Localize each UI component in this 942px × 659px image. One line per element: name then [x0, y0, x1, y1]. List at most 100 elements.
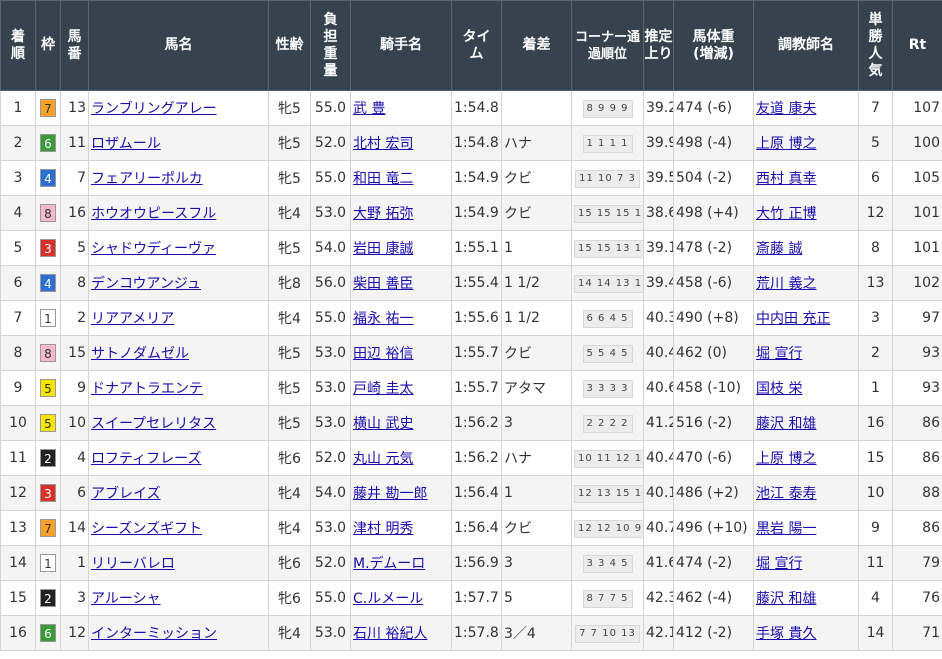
margin-cell: ハナ: [501, 440, 572, 476]
jockey-link[interactable]: 北村 宏司: [353, 136, 413, 152]
rt-cell: 86: [892, 510, 942, 546]
horse-link[interactable]: インターミッション: [91, 626, 217, 642]
horse-link[interactable]: アルーシャ: [91, 591, 161, 607]
time-cell: 1:54.8: [451, 125, 502, 161]
waku-cell: 3: [35, 475, 61, 511]
header-weight-label: 負担重量: [323, 11, 338, 79]
weight-cell: 54.0: [310, 475, 351, 511]
jockey-cell: 柴田 善臣: [350, 265, 452, 301]
header-last3f: 推定上り: [643, 0, 674, 91]
header-horse-label: 馬名: [164, 37, 193, 53]
trainer-link[interactable]: 藤沢 和雄: [756, 416, 816, 432]
trainer-link[interactable]: 上原 博之: [756, 136, 816, 152]
trainer-cell: 堀 宣行: [753, 335, 859, 371]
horse-link[interactable]: アブレイズ: [91, 486, 161, 502]
weight-cell: 53.0: [310, 335, 351, 371]
sexage-cell: 牝4: [268, 475, 311, 511]
bodyweight-cell: 498 (-4): [673, 125, 754, 161]
popularity-cell: 16: [858, 405, 893, 441]
margin-cell: アタマ: [501, 370, 572, 406]
jockey-link[interactable]: 武 豊: [353, 101, 385, 117]
trainer-cell: 上原 博之: [753, 125, 859, 161]
jockey-link[interactable]: 藤井 勘一郎: [353, 486, 427, 502]
horse-link[interactable]: シーズンズギフト: [91, 521, 202, 537]
corner-cell: 11 10 7 3: [571, 160, 644, 196]
jockey-cell: 武 豊: [350, 90, 452, 126]
jockey-link[interactable]: 福永 祐一: [353, 311, 413, 327]
jockey-link[interactable]: M.デムーロ: [353, 556, 425, 572]
trainer-link[interactable]: 堀 宣行: [756, 346, 802, 362]
waku-badge: 5: [40, 379, 56, 397]
rank-cell: 16: [0, 615, 36, 651]
weight-cell: 52.0: [310, 125, 351, 161]
rt-cell: 71: [892, 615, 942, 651]
horse-link[interactable]: シャドウディーヴァ: [91, 241, 216, 257]
trainer-link[interactable]: 黒岩 陽一: [756, 521, 816, 537]
trainer-link[interactable]: 藤沢 和雄: [756, 591, 816, 607]
rt-cell: 93: [892, 335, 942, 371]
waku-cell: 5: [35, 405, 61, 441]
waku-badge: 5: [40, 414, 56, 432]
horse-link[interactable]: フェアリーポルカ: [91, 171, 203, 187]
jockey-link[interactable]: 岩田 康誠: [353, 241, 413, 257]
table-row: 6 4 8 デンコウアンジュ 牝8 56.0 柴田 善臣 1:55.4 1 1/2 14 14 1…: [0, 265, 942, 301]
time-cell: 1:57.7: [451, 580, 502, 616]
last3f-cell: 40.3: [643, 300, 674, 336]
jockey-link[interactable]: 石川 裕紀人: [353, 626, 427, 642]
trainer-link[interactable]: 堀 宣行: [756, 556, 802, 572]
horse-link[interactable]: ホウオウピースフル: [91, 206, 216, 222]
horse-link[interactable]: リアアメリア: [91, 311, 174, 327]
jockey-link[interactable]: 津村 明秀: [353, 521, 413, 537]
jockey-link[interactable]: 田辺 裕信: [353, 346, 413, 362]
horse-link[interactable]: サトノダムゼル: [91, 346, 189, 362]
waku-badge: 6: [40, 624, 56, 642]
jockey-link[interactable]: 柴田 善臣: [353, 276, 413, 292]
trainer-link[interactable]: 友道 康夫: [756, 101, 816, 117]
corner-cell: 8 9 9 9: [571, 90, 644, 126]
horse-link[interactable]: ロフティフレーズ: [91, 451, 201, 467]
horse-link[interactable]: ドナアトラエンテ: [91, 381, 203, 397]
waku-badge: 4: [40, 274, 56, 292]
jockey-link[interactable]: 和田 竜二: [353, 171, 413, 187]
horse-link[interactable]: スイープセレリタス: [91, 416, 216, 432]
trainer-link[interactable]: 斎藤 誠: [756, 241, 802, 257]
trainer-link[interactable]: 池江 泰寿: [756, 486, 816, 502]
jockey-link[interactable]: 丸山 元気: [353, 451, 413, 467]
time-cell: 1:54.8: [451, 90, 502, 126]
popularity-cell: 9: [858, 510, 893, 546]
jockey-link[interactable]: C.ルメール: [353, 591, 423, 607]
weight-cell: 52.0: [310, 440, 351, 476]
table-row: 1713ランブリングアレー牝555.0武 豊1:54.88 9 9 939.24…: [0, 90, 942, 126]
horse-link[interactable]: ロザムール: [91, 136, 161, 152]
jockey-cell: 和田 竜二: [350, 160, 452, 196]
waku-cell: 3: [35, 230, 61, 266]
jockey-cell: 津村 明秀: [350, 510, 452, 546]
rt-cell: 79: [892, 545, 942, 581]
umaban-cell: 11: [60, 125, 89, 161]
header-margin: 着差: [501, 0, 572, 91]
jockey-link[interactable]: 横山 武史: [353, 416, 413, 432]
header-waku-label: 枠: [41, 37, 55, 53]
header-bodyweight: 馬体重(増減): [673, 0, 754, 91]
trainer-link[interactable]: 大竹 正博: [756, 206, 816, 222]
sexage-cell: 牝8: [268, 265, 311, 301]
trainer-link[interactable]: 荒川 義之: [756, 276, 816, 292]
rt-cell: 100: [892, 125, 942, 161]
trainer-link[interactable]: 西村 真幸: [756, 171, 816, 187]
trainer-cell: 西村 真幸: [753, 160, 859, 196]
jockey-link[interactable]: 戸崎 圭太: [353, 381, 413, 397]
horse-cell: デンコウアンジュ: [88, 265, 269, 301]
horse-link[interactable]: デンコウアンジュ: [91, 276, 201, 292]
trainer-link[interactable]: 中内田 充正: [756, 311, 830, 327]
popularity-cell: 11: [858, 545, 893, 581]
jockey-link[interactable]: 大野 拓弥: [353, 206, 413, 222]
margin-cell: クビ: [501, 335, 572, 371]
rt-cell: 101: [892, 230, 942, 266]
rank-cell: 15: [0, 580, 36, 616]
trainer-link[interactable]: 上原 博之: [756, 451, 816, 467]
horse-link[interactable]: ランブリングアレー: [91, 101, 217, 117]
trainer-link[interactable]: 手塚 貴久: [756, 626, 816, 642]
horse-link[interactable]: リリーバレロ: [91, 556, 175, 572]
rank-cell: 6: [0, 265, 36, 301]
trainer-link[interactable]: 国枝 栄: [756, 381, 802, 397]
